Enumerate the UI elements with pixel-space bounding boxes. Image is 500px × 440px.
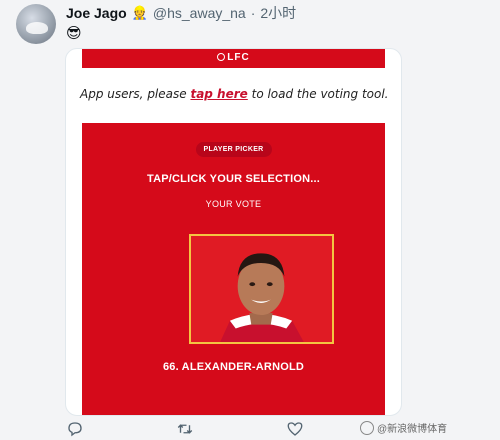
- weibo-icon: [360, 420, 374, 435]
- watermark-text: @新浪微博体育: [377, 424, 448, 435]
- tap-here-link[interactable]: tap here: [190, 87, 247, 101]
- player-card[interactable]: [189, 234, 334, 344]
- app-notice: App users, please tap here to load the v…: [80, 87, 390, 101]
- notice-prefix: App users, please: [80, 87, 191, 101]
- avatar[interactable]: [16, 4, 56, 44]
- heart-icon[interactable]: [286, 420, 304, 438]
- vote-panel: PLAYER PICKER TAP/CLICK YOUR SELECTION..…: [82, 123, 385, 415]
- display-name[interactable]: Joe Jago: [66, 5, 127, 21]
- tweet-text: 😎: [66, 25, 82, 42]
- media-card[interactable]: LFC App users, please tap here to load t…: [65, 48, 402, 416]
- author-row: Joe Jago 👷 @hs_away_na · 2小时: [66, 3, 296, 23]
- liverbird-icon: [217, 53, 226, 62]
- brand-label: LFC: [227, 52, 250, 63]
- lfc-brand-bar: LFC: [82, 49, 385, 68]
- player-photo: [191, 236, 332, 342]
- your-vote-label: YOUR VOTE: [205, 199, 262, 209]
- tweet-header: Joe Jago 👷 @hs_away_na · 2小时 😎: [0, 0, 500, 50]
- reply-icon[interactable]: [66, 420, 84, 438]
- timestamp[interactable]: 2小时: [260, 3, 296, 23]
- vote-heading: TAP/CLICK YOUR SELECTION...: [146, 173, 321, 185]
- separator: ·: [250, 5, 256, 21]
- name-emoji: 👷: [131, 5, 148, 20]
- player-name: 66. ALEXANDER-ARNOLD: [162, 361, 305, 373]
- player-picker-badge: PLAYER PICKER: [195, 142, 272, 157]
- watermark: @新浪微博体育: [360, 420, 447, 435]
- notice-suffix: to load the voting tool.: [247, 87, 389, 101]
- handle[interactable]: @hs_away_na: [153, 5, 246, 21]
- retweet-icon[interactable]: [176, 420, 194, 438]
